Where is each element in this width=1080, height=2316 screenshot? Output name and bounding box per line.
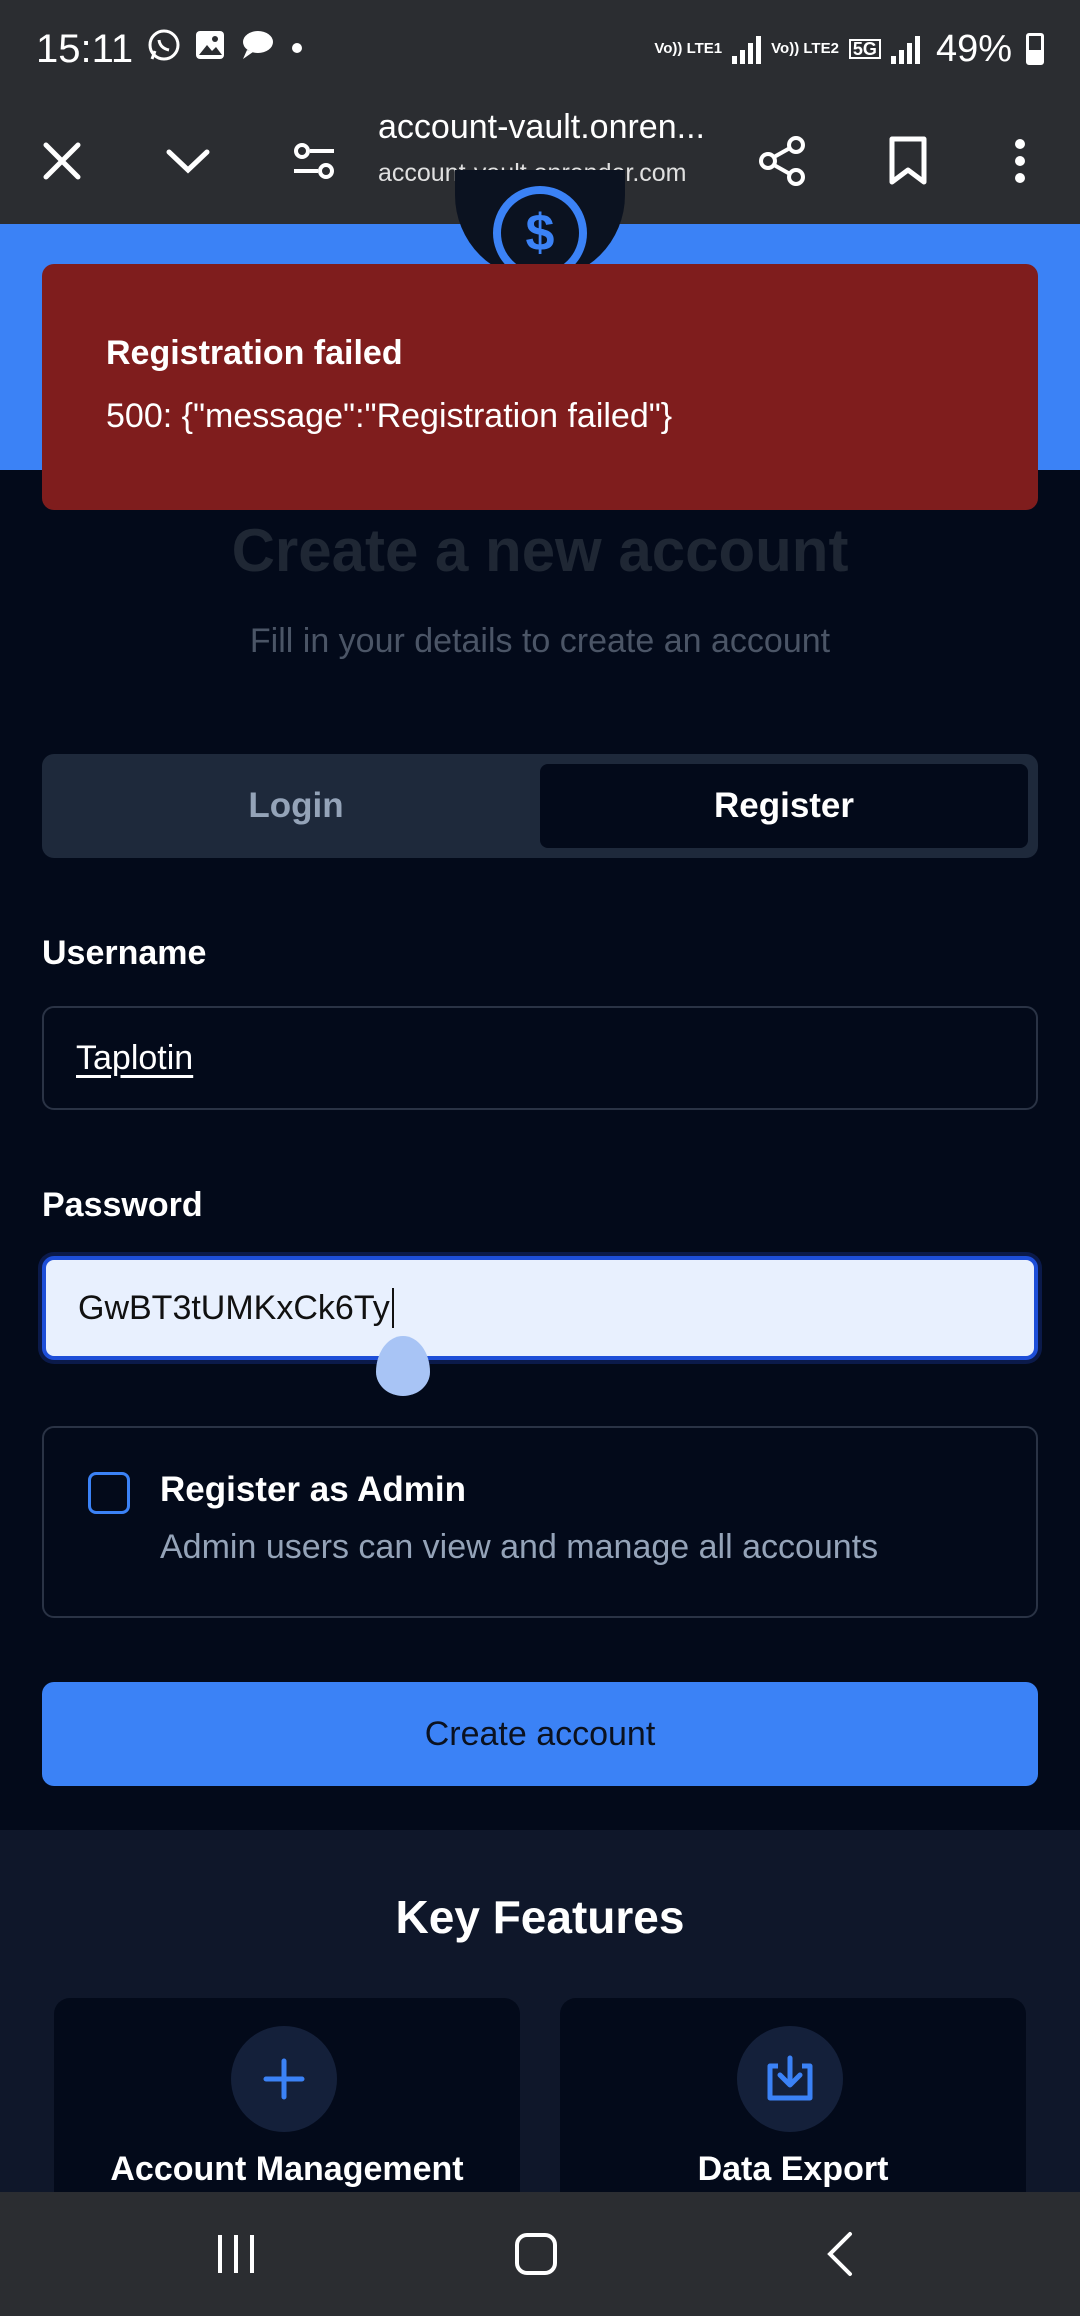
home-icon[interactable] <box>476 2192 596 2316</box>
download-icon <box>737 2026 843 2132</box>
password-value: GwBT3tUMKxCk6Ty <box>78 1288 390 1327</box>
feature-label: Data Export <box>697 2150 889 2188</box>
share-icon[interactable] <box>742 98 822 224</box>
status-bar: 15:11 Vo)) LTE1 Vo)) LTE2 5G 49% <box>0 0 1080 98</box>
status-indicators: Vo)) LTE1 Vo)) LTE2 5G 49% <box>654 28 1044 71</box>
dot-icon <box>287 32 307 66</box>
lte1-label: Vo)) LTE1 <box>654 40 723 57</box>
notification-icons <box>147 28 307 70</box>
admin-option-description: Admin users can view and manage all acco… <box>160 1528 879 1566</box>
plus-icon <box>231 2026 337 2132</box>
admin-option-title: Register as Admin <box>160 1470 467 1509</box>
features-section: Key Features Account Management Data Exp… <box>0 1830 1080 2238</box>
admin-option[interactable]: Register as Admin Admin users can view a… <box>42 1426 1038 1618</box>
username-input[interactable]: Taplotin <box>42 1006 1038 1110</box>
url-title: account-vault.onren... <box>378 108 705 146</box>
features-title: Key Features <box>395 1891 685 1943</box>
site-settings-icon[interactable] <box>274 98 354 224</box>
tab-login[interactable]: Login <box>52 764 540 848</box>
tab-register[interactable]: Register <box>540 764 1028 848</box>
admin-checkbox[interactable] <box>88 1472 130 1514</box>
close-icon[interactable] <box>22 98 102 224</box>
auth-tabs: Login Register <box>42 754 1038 858</box>
5g-label: 5G <box>848 39 881 59</box>
error-toast[interactable]: Registration failed 500: {"message":"Reg… <box>42 264 1038 510</box>
back-icon[interactable] <box>780 2192 900 2316</box>
whatsapp-icon <box>147 28 181 70</box>
username-value: Taplotin <box>76 1038 194 1077</box>
password-label: Password <box>42 1186 203 1224</box>
battery-percent: 49% <box>935 27 1012 70</box>
signal-1-icon <box>732 34 762 64</box>
chevron-down-icon[interactable] <box>148 98 228 224</box>
signal-2-icon <box>890 34 920 64</box>
system-nav-bar <box>0 2192 1080 2316</box>
battery-icon <box>1026 33 1044 65</box>
toast-title: Registration failed <box>106 334 403 372</box>
more-options-icon[interactable] <box>980 98 1060 224</box>
recent-apps-icon[interactable] <box>176 2192 296 2316</box>
page-subtitle: Fill in your details to create an accoun… <box>249 622 831 660</box>
create-account-button[interactable]: Create account <box>42 1682 1038 1786</box>
bookmark-icon[interactable] <box>868 98 948 224</box>
feature-label: Account Management <box>110 2150 464 2188</box>
page-title: Create a new account <box>231 517 849 584</box>
toast-message: 500: {"message":"Registration failed"} <box>106 397 673 435</box>
status-time: 15:11 <box>36 26 134 71</box>
password-input[interactable]: GwBT3tUMKxCk6Ty <box>42 1256 1038 1360</box>
lte2-label: Vo)) LTE2 <box>771 40 839 57</box>
username-label: Username <box>42 934 207 972</box>
gallery-icon <box>193 28 227 70</box>
message-icon <box>239 28 275 70</box>
text-caret <box>391 1288 394 1328</box>
